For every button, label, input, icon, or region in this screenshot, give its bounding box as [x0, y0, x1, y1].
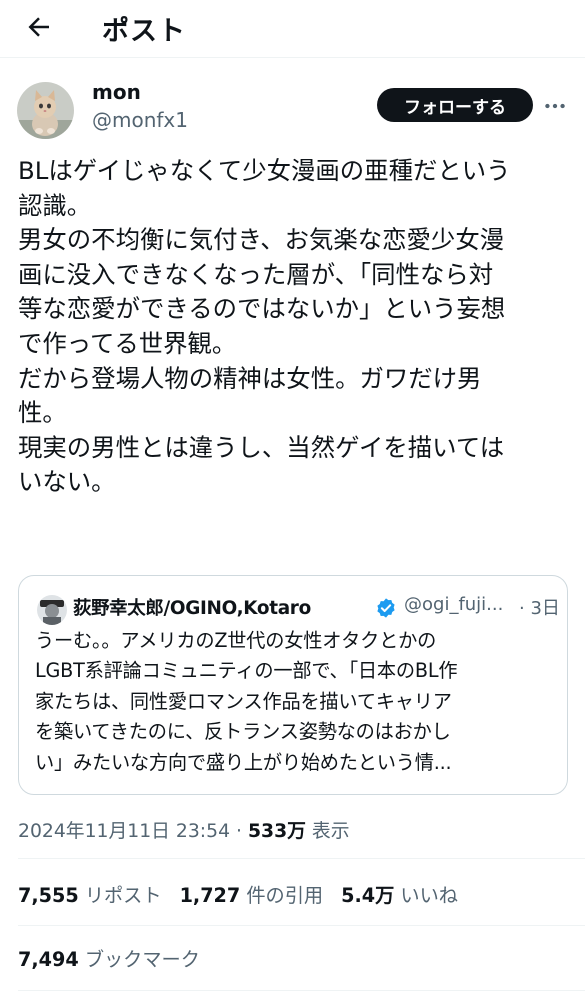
bookmarks-label: ブックマーク: [84, 948, 200, 971]
quotes-label: 件の引用: [246, 884, 324, 907]
author-display-name[interactable]: mon: [92, 80, 141, 104]
post-timestamp[interactable]: 2024年11月11日 23:54 ·: [18, 821, 248, 842]
divider: [18, 858, 585, 859]
likes-count: 5.4万: [341, 884, 395, 907]
quoted-avatar-icon: [37, 595, 67, 625]
author-avatar[interactable]: [17, 82, 74, 139]
post-metadata: 2024年11月11日 23:54 · 533万 表示: [18, 816, 350, 843]
follow-button[interactable]: フォローする: [377, 88, 533, 122]
likes-label: いいね: [400, 884, 458, 907]
reposts-stat[interactable]: 7,555 リポスト: [18, 884, 162, 907]
back-arrow-icon[interactable]: [24, 12, 54, 42]
view-count: 533万: [247, 821, 306, 842]
likes-stat[interactable]: 5.4万 いいね: [341, 884, 458, 907]
reposts-label: リポスト: [84, 884, 162, 907]
top-bar: ポスト: [0, 0, 585, 58]
author-handle[interactable]: @monfx1: [92, 108, 188, 132]
quoted-post[interactable]: 荻野幸太郎/OGINO,Kotaro @ogi_fuji... · 3日 うーむ…: [18, 575, 568, 795]
bookmarks-count: 7,494: [18, 948, 79, 971]
quoted-author-handle: @ogi_fuji...: [404, 594, 504, 615]
quoted-author-avatar: [37, 595, 67, 625]
bookmarks-stat[interactable]: 7,494 ブックマーク: [18, 944, 200, 972]
quotes-stat[interactable]: 1,727 件の引用: [180, 884, 324, 907]
engagement-stats: 7,555 リポスト 1,727 件の引用 5.4万 いいね: [18, 880, 458, 908]
quoted-post-text: うーむ。。アメリカのZ世代の女性オタクとかの LGBT系評論コミュニティの一部で…: [35, 629, 458, 774]
quotes-count: 1,727: [179, 884, 241, 907]
more-options-icon[interactable]: [542, 93, 568, 119]
quoted-post-date: · 3日: [519, 598, 560, 619]
post-text: BLはゲイじゃなくて少女漫画の亜種だという 認識。 男女の不均衡に気付き、お気楽…: [18, 156, 511, 497]
view-count-label: 表示: [305, 821, 350, 842]
divider: [18, 925, 585, 926]
divider: [18, 990, 585, 991]
quoted-author-name: 荻野幸太郎/OGINO,Kotaro: [73, 598, 311, 619]
verified-badge-icon: [377, 598, 395, 618]
reposts-count: 7,555: [18, 884, 79, 907]
cat-avatar-icon: [17, 82, 74, 139]
page-title: ポスト: [102, 16, 186, 47]
